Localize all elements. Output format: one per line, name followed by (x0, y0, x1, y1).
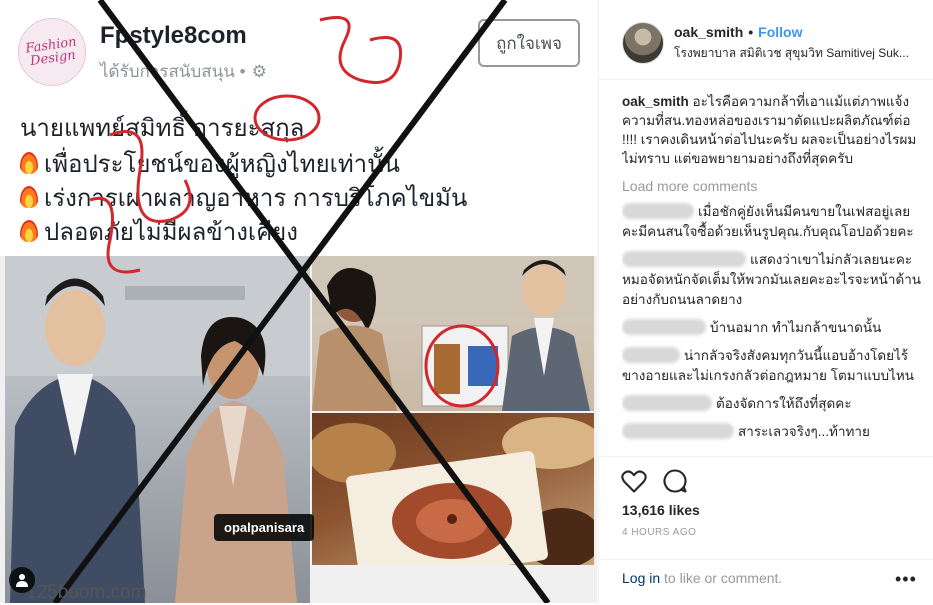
comment: แสดงว่าเขาไม่กลัวเลยนะคะหมอจัดหนักจัดเต็… (622, 251, 922, 307)
more-options-icon[interactable]: ••• (895, 569, 917, 590)
blurred-username[interactable] (622, 395, 712, 411)
instagram-post: Fashion Design Fpstyle8com ได้รับการสนับ… (0, 0, 933, 603)
post-caption: oak_smith อะไรคือความกล้าที่เอาแม้แต่ภาพ… (622, 94, 917, 166)
post-image[interactable]: Fashion Design Fpstyle8com ได้รับการสนับ… (0, 0, 597, 603)
comment-footer: Log in to like or comment. ••• (599, 559, 933, 605)
post-sidebar: oak_smith • Follow โรงพยาบาล สมิติเวช สุขุ… (598, 0, 933, 603)
post-author: oak_smith • Follow (674, 24, 803, 40)
heart-icon[interactable] (620, 467, 648, 495)
blurred-username[interactable] (622, 319, 706, 335)
comment: น่ากลัวจริงสังคมทุกวันนี้แอบอ้างโดยไร้ขา… (622, 347, 914, 383)
login-link[interactable]: Log in (622, 570, 660, 586)
blurred-username[interactable] (622, 203, 694, 219)
caption-username[interactable]: oak_smith (622, 94, 689, 109)
login-prompt: Log in to like or comment. (622, 570, 783, 586)
follow-button[interactable]: Follow (758, 24, 802, 40)
blurred-username[interactable] (622, 423, 734, 439)
watermark: 125boom.com (26, 582, 147, 603)
post-timestamp[interactable]: 4 HOURS AGO (622, 527, 696, 538)
photo-user-tag[interactable]: opalpanisara (214, 514, 315, 541)
comment: ต้องจัดการให้ถึงที่สุดคะ (622, 394, 922, 414)
username-link[interactable]: oak_smith (674, 24, 743, 40)
user-tag-icon[interactable] (9, 567, 35, 593)
comments-section[interactable]: oak_smith อะไรคือความกล้าที่เอาแม้แต่ภาพ… (622, 92, 922, 454)
comment: บ้านอมาก ทำไมกล้าขนาดนั้น (622, 318, 922, 338)
red-annotations (52, 0, 551, 603)
blurred-username[interactable] (622, 347, 680, 363)
comment-icon[interactable] (661, 467, 689, 495)
avatar[interactable] (622, 22, 664, 64)
comment: สาระเลวจริงๆ...ท้าทาย (622, 422, 922, 442)
load-more-comments[interactable]: Load more comments (622, 178, 922, 194)
likes-count[interactable]: 13,616 likes (622, 502, 700, 518)
post-actions: 13,616 likes 4 HOURS AGO Log in to like … (599, 456, 933, 604)
comment: เมื่อชักคู่ยังเห็นมีคนขายในเฟสอยู่เลยคะม… (622, 203, 914, 239)
location-link[interactable]: โรงพยาบาล สมิติเวช สุขุมวิท Samitivej Su… (674, 44, 924, 63)
post-header: oak_smith • Follow โรงพยาบาล สมิติเวช สุขุ… (599, 0, 933, 80)
blurred-username[interactable] (622, 251, 746, 267)
